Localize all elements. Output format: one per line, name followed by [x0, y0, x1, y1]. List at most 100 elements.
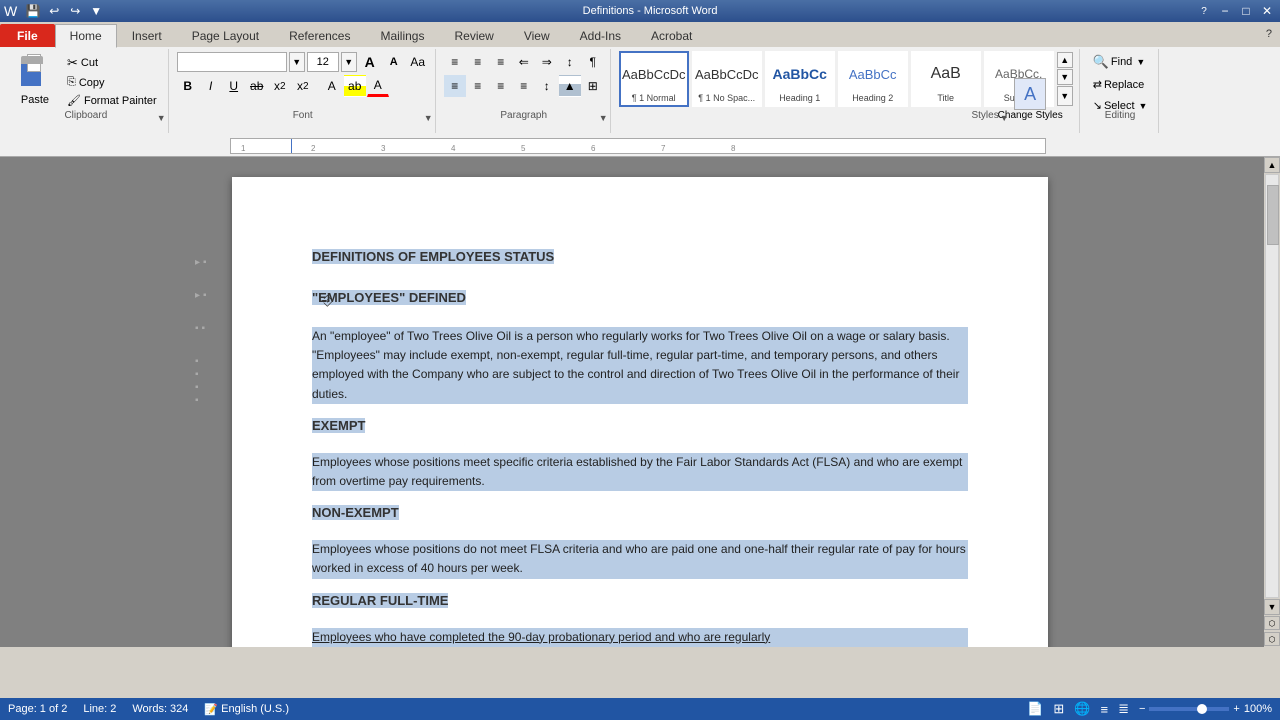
regular-fulltime-label: REGULAR FULL-TIME	[312, 593, 448, 608]
subscript-btn[interactable]: x2	[269, 75, 291, 97]
ribbon-help-btn[interactable]: ?	[1258, 24, 1280, 47]
scroll-up-btn[interactable]: ▲	[1264, 157, 1280, 173]
scroll-down-btn[interactable]: ▼	[1264, 599, 1280, 615]
tab-insert[interactable]: Insert	[117, 24, 177, 47]
find-button[interactable]: 🔍 Find ▼	[1088, 51, 1153, 73]
zoom-in-btn[interactable]: +	[1233, 703, 1239, 715]
cut-copy-col: ✂ Cut ⎘ Copy 🖌 Format Painter	[62, 51, 162, 109]
italic-btn[interactable]: I	[200, 75, 222, 97]
underline-btn[interactable]: U	[223, 75, 245, 97]
numbering-btn[interactable]: ≡	[467, 51, 489, 73]
document-para3: Employees whose positions do not meet FL…	[312, 540, 968, 578]
styles-expand[interactable]: ▼	[1000, 113, 1009, 123]
paragraph-expand[interactable]: ▼	[599, 113, 608, 123]
status-right: 📄 ⊞ 🌐 ≡ ≣ − + 100%	[1027, 701, 1272, 717]
shrink-font-btn[interactable]: A	[383, 51, 405, 73]
subheading-block: "EMPLOYEES" DEFINED	[312, 290, 968, 315]
cut-icon: ✂	[67, 55, 78, 71]
tab-home[interactable]: Home	[55, 24, 117, 48]
tab-mailings[interactable]: Mailings	[365, 24, 439, 47]
tab-references[interactable]: References	[274, 24, 365, 47]
tab-file[interactable]: File	[0, 24, 55, 47]
multilevel-btn[interactable]: ≡	[490, 51, 512, 73]
borders-btn[interactable]: ⊞	[582, 75, 604, 97]
increase-indent-btn[interactable]: ⇒	[536, 51, 558, 73]
clipboard-expand[interactable]: ▼	[157, 113, 166, 123]
page-down-btn[interactable]: ⬡	[1264, 632, 1280, 646]
clipboard-label: Clipboard	[4, 110, 168, 121]
align-right-btn[interactable]: ≡	[490, 75, 512, 97]
style-heading2[interactable]: AaBbCc Heading 2	[838, 51, 908, 107]
view-draft-btn[interactable]: ≣	[1118, 701, 1129, 717]
line-info: Line: 2	[83, 703, 116, 715]
view-outline-btn[interactable]: ≡	[1100, 702, 1108, 717]
line-spacing-btn[interactable]: ↕	[536, 75, 558, 97]
tab-view[interactable]: View	[509, 24, 565, 47]
redo-qa-btn[interactable]: ↪	[66, 2, 84, 20]
strikethrough-btn[interactable]: ab	[246, 75, 268, 97]
tab-page-layout[interactable]: Page Layout	[177, 24, 274, 47]
font-color-btn[interactable]: A	[367, 75, 389, 97]
superscript-btn[interactable]: x2	[292, 75, 314, 97]
format-painter-button[interactable]: 🖌 Format Painter	[62, 92, 162, 109]
help-btn[interactable]: ?	[1195, 2, 1213, 20]
align-left-btn[interactable]: ≡	[444, 75, 466, 97]
shading-btn[interactable]: ▲	[559, 75, 581, 97]
show-hide-btn[interactable]: ¶	[582, 51, 604, 73]
style-normal[interactable]: AaBbCcDc ¶ 1 Normal	[619, 51, 689, 107]
justify-btn[interactable]: ≡	[513, 75, 535, 97]
view-print-btn[interactable]: 📄	[1027, 701, 1043, 717]
style-no-spacing[interactable]: AaBbCcDc ¶ 1 No Spac...	[692, 51, 762, 107]
quick-access-toolbar: W 💾 ↩ ↪ ▼ Definitions - Microsoft Word ?…	[0, 0, 1280, 22]
grow-font-btn[interactable]: A	[359, 51, 381, 73]
text-effects-btn[interactable]: A	[321, 75, 343, 97]
language-indicator[interactable]: 📝 English (U.S.)	[204, 703, 289, 716]
replace-button[interactable]: ⇄ Replace	[1088, 75, 1153, 94]
word-icon: W	[4, 3, 17, 19]
words-info: Words: 324	[132, 703, 188, 715]
customize-qa-btn[interactable]: ▼	[87, 2, 105, 20]
scrollbar: ▲ ▼ ⬡ ⬡	[1264, 157, 1280, 647]
align-center-btn[interactable]: ≡	[467, 75, 489, 97]
exempt-label: EXEMPT	[312, 418, 365, 433]
tab-review[interactable]: Review	[439, 24, 508, 47]
tab-acrobat[interactable]: Acrobat	[636, 24, 707, 47]
restore-btn[interactable]: □	[1237, 2, 1255, 20]
view-web-btn[interactable]: 🌐	[1074, 701, 1090, 717]
bullets-btn[interactable]: ≡	[444, 51, 466, 73]
style-heading1[interactable]: AaBbCc Heading 1	[765, 51, 835, 107]
style-title[interactable]: AaB Title	[911, 51, 981, 107]
close-btn[interactable]: ✕	[1258, 2, 1276, 20]
font-size-dropdown[interactable]: ▼	[341, 52, 357, 72]
ribbon-tabs: File Home Insert Page Layout References …	[0, 22, 1280, 47]
font-expand[interactable]: ▼	[424, 113, 433, 123]
page-up-btn[interactable]: ⬡	[1264, 616, 1280, 630]
ruler-area: 1 2 3 4 5 6 7 8	[0, 135, 1280, 157]
zoom-out-btn[interactable]: −	[1139, 703, 1145, 715]
font-size-input[interactable]	[307, 52, 339, 72]
minimize-btn[interactable]: −	[1216, 2, 1234, 20]
tab-addins[interactable]: Add-Ins	[565, 24, 636, 47]
copy-button[interactable]: ⎘ Copy	[62, 74, 162, 91]
regular-fulltime-block: REGULAR FULL-TIME	[312, 593, 968, 618]
find-icon: 🔍	[1093, 54, 1109, 70]
format-painter-icon: 🖌	[67, 94, 81, 107]
paste-icon	[17, 54, 53, 94]
font-name-dropdown[interactable]: ▼	[289, 52, 305, 72]
undo-qa-btn[interactable]: ↩	[45, 2, 63, 20]
cursor-indicator: ⎆	[322, 292, 333, 309]
sort-btn[interactable]: ↕	[559, 51, 581, 73]
view-fullscreen-btn[interactable]: ⊞	[1053, 701, 1064, 717]
nonexempt-block: NON-EXEMPT	[312, 505, 968, 530]
zoom-slider[interactable]	[1149, 707, 1229, 711]
scroll-thumb[interactable]	[1267, 185, 1279, 245]
styles-up-btn[interactable]: ▲	[1057, 52, 1073, 68]
decrease-indent-btn[interactable]: ⇐	[513, 51, 535, 73]
clear-formatting-btn[interactable]: Aa	[407, 51, 429, 73]
cut-button[interactable]: ✂ Cut	[62, 53, 162, 73]
save-qa-btn[interactable]: 💾	[24, 2, 42, 20]
font-name-input[interactable]	[177, 52, 287, 72]
paste-button[interactable]: Paste	[10, 51, 60, 109]
highlight-btn[interactable]: ab	[344, 75, 366, 97]
bold-btn[interactable]: B	[177, 75, 199, 97]
